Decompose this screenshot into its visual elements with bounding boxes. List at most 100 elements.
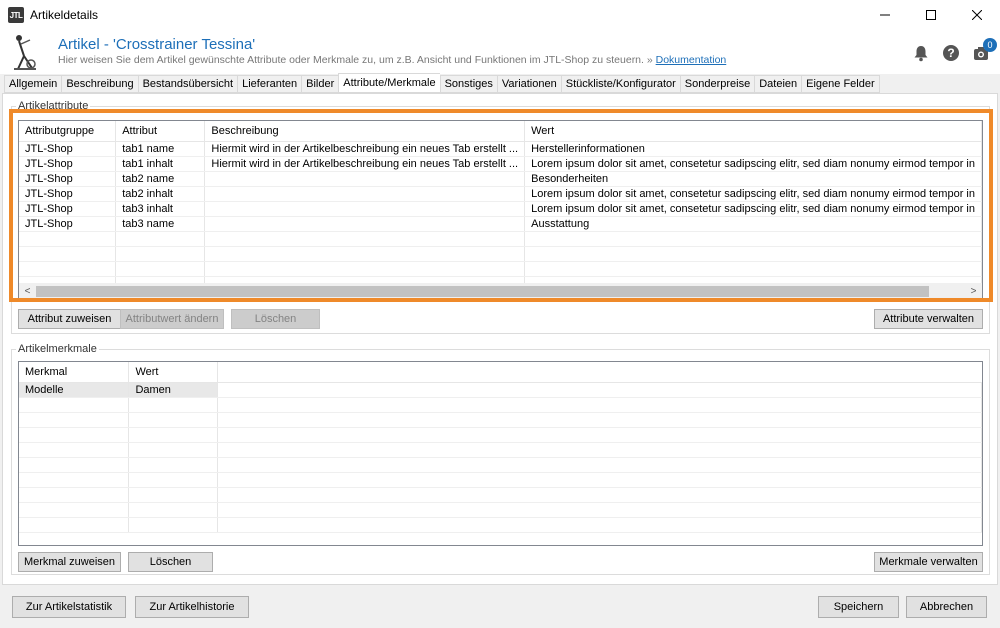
article-statistics-button[interactable]: Zur Artikelstatistik	[12, 596, 126, 618]
features-grid[interactable]: Merkmal Wert Modelle Damen	[18, 361, 983, 546]
tab-sonderpreise[interactable]: Sonderpreise	[679, 75, 755, 93]
empty-row	[19, 517, 982, 533]
tab-bar: Allgemein Beschreibung Bestandsübersicht…	[4, 73, 880, 93]
table-cell: Lorem ipsum dolor sit amet, consetetur s…	[524, 201, 982, 217]
empty-row	[19, 502, 982, 518]
tab-variationen[interactable]: Variationen	[496, 75, 561, 93]
table-cell: tab2 name	[115, 171, 206, 187]
close-icon	[972, 10, 982, 20]
tab-sonstiges[interactable]: Sonstiges	[439, 75, 497, 93]
attributes-group-label: Artikelattribute	[16, 100, 91, 112]
table-cell: Damen	[128, 382, 219, 398]
tab-bestandsuebersicht[interactable]: Bestandsübersicht	[137, 75, 238, 93]
features-table: Merkmal Wert Modelle Damen	[19, 362, 982, 533]
empty-row	[19, 427, 982, 443]
table-row[interactable]: JTL-Shop tab2 inhalt Lorem ipsum dolor s…	[19, 186, 982, 202]
table-row[interactable]: JTL-Shop tab2 name Besonderheiten	[19, 171, 982, 187]
table-cell: Modelle	[19, 382, 130, 398]
column-header[interactable]: Attributgruppe	[19, 121, 117, 142]
tab-bilder[interactable]: Bilder	[301, 75, 339, 93]
empty-row	[19, 246, 982, 262]
tab-attribute-merkmale[interactable]: Attribute/Merkmale	[338, 73, 440, 93]
scroll-left-arrow[interactable]: <	[19, 283, 36, 300]
table-cell	[204, 171, 526, 187]
window-title: Artikeldetails	[30, 8, 99, 22]
crosstrainer-image	[14, 35, 36, 70]
scroll-thumb[interactable]	[36, 286, 929, 297]
table-cell: JTL-Shop	[19, 171, 117, 187]
table-cell: JTL-Shop	[19, 216, 117, 232]
documentation-link[interactable]: Dokumentation	[656, 54, 727, 66]
features-header-row: Merkmal Wert	[19, 362, 982, 383]
help-button[interactable]: ?	[942, 44, 960, 62]
scroll-right-arrow[interactable]: >	[965, 283, 982, 300]
tab-content: Artikelattribute Attributgruppe Attribut…	[2, 93, 998, 585]
tab-allgemein[interactable]: Allgemein	[4, 75, 62, 93]
table-cell: tab2 inhalt	[115, 186, 206, 202]
empty-row	[19, 472, 982, 488]
subtitle-text: Hier weisen Sie dem Artikel gewünschte A…	[58, 54, 653, 66]
column-header[interactable]: Wert	[128, 362, 219, 383]
table-cell: tab3 inhalt	[115, 201, 206, 217]
table-cell: Besonderheiten	[524, 171, 982, 187]
attributes-header-row: Attributgruppe Attribut Beschreibung Wer…	[19, 121, 982, 142]
manage-attributes-button[interactable]: Attribute verwalten	[874, 309, 983, 329]
table-cell: JTL-Shop	[19, 156, 117, 172]
column-header[interactable]: Beschreibung	[204, 121, 526, 142]
tab-lieferanten[interactable]: Lieferanten	[237, 75, 302, 93]
table-cell: JTL-Shop	[19, 141, 117, 157]
notification-button[interactable]	[912, 44, 930, 62]
column-header[interactable]: Attribut	[115, 121, 206, 142]
empty-row	[19, 487, 982, 503]
tab-eigene-felder[interactable]: Eigene Felder	[801, 75, 880, 93]
column-header[interactable]: Wert	[524, 121, 982, 142]
column-header[interactable]: Merkmal	[19, 362, 130, 383]
notification-badge: 0	[983, 38, 997, 52]
delete-feature-button[interactable]: Löschen	[128, 552, 213, 572]
article-history-button[interactable]: Zur Artikelhistorie	[135, 596, 249, 618]
article-header: Artikel - 'Crosstrainer Tessina' Hier we…	[0, 30, 1000, 74]
features-group: Artikelmerkmale Merkmal Wert Modelle Dam…	[11, 343, 990, 575]
table-cell: Herstellerinformationen	[524, 141, 982, 157]
close-button[interactable]	[954, 0, 1000, 30]
table-cell: Hiermit wird in der Artikelbeschreibung …	[204, 156, 526, 172]
horizontal-scrollbar[interactable]: < >	[19, 283, 982, 300]
table-row[interactable]: JTL-Shop tab3 name Ausstattung	[19, 216, 982, 232]
empty-row	[19, 231, 982, 247]
table-row[interactable]: JTL-Shop tab3 inhalt Lorem ipsum dolor s…	[19, 201, 982, 217]
delete-attribute-button[interactable]: Löschen	[231, 309, 320, 329]
table-cell: tab1 inhalt	[115, 156, 206, 172]
column-header-filler	[217, 362, 982, 383]
cancel-button[interactable]: Abbrechen	[906, 596, 987, 618]
empty-row	[19, 457, 982, 473]
maximize-button[interactable]	[908, 0, 954, 30]
save-button[interactable]: Speichern	[818, 596, 899, 618]
table-cell: JTL-Shop	[19, 201, 117, 217]
sync-button[interactable]: 0	[972, 38, 997, 62]
table-row[interactable]: Modelle Damen	[19, 382, 982, 398]
assign-feature-button[interactable]: Merkmal zuweisen	[18, 552, 121, 572]
tab-dateien[interactable]: Dateien	[754, 75, 802, 93]
tab-beschreibung[interactable]: Beschreibung	[61, 75, 138, 93]
maximize-icon	[926, 10, 936, 20]
change-attribute-value-button[interactable]: Attributwert ändern	[120, 309, 224, 329]
table-cell	[204, 201, 526, 217]
empty-row	[19, 442, 982, 458]
help-icon: ?	[943, 45, 959, 61]
empty-row	[19, 261, 982, 277]
article-title: Artikel - 'Crosstrainer Tessina'	[58, 36, 256, 53]
empty-row	[19, 397, 982, 413]
jtl-logo: JTL	[8, 7, 24, 23]
minimize-button[interactable]	[862, 0, 908, 30]
manage-features-button[interactable]: Merkmale verwalten	[874, 552, 983, 572]
table-row[interactable]: JTL-Shop tab1 inhalt Hiermit wird in der…	[19, 156, 982, 172]
svg-text:?: ?	[947, 46, 954, 60]
assign-attribute-button[interactable]: Attribut zuweisen	[18, 309, 121, 329]
table-cell: Lorem ipsum dolor sit amet, consetetur s…	[524, 186, 982, 202]
tab-stueckliste-konfigurator[interactable]: Stückliste/Konfigurator	[560, 75, 680, 93]
table-row[interactable]: JTL-Shop tab1 name Hiermit wird in der A…	[19, 141, 982, 157]
empty-row	[19, 412, 982, 428]
features-group-label: Artikelmerkmale	[16, 343, 99, 355]
attributes-grid[interactable]: Attributgruppe Attribut Beschreibung Wer…	[18, 120, 983, 301]
table-cell: JTL-Shop	[19, 186, 117, 202]
